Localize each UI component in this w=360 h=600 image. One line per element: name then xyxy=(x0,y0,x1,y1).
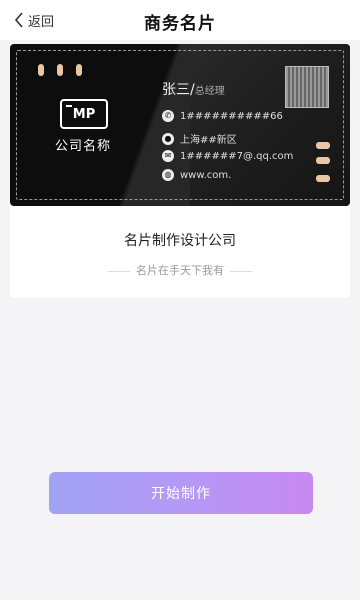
decor-pill xyxy=(316,157,330,164)
qr-code-image xyxy=(285,66,329,108)
slogan-subtitle: 名片在手天下我有 xyxy=(10,262,350,278)
email-text: 1######7@.qq.com xyxy=(180,150,294,162)
decor-pill xyxy=(38,64,44,76)
phone-icon: ✆ xyxy=(162,110,174,122)
business-card-preview[interactable]: MP 公司名称 张三/总经理 ✆ 1##########66 ● 上海##新区 … xyxy=(10,44,350,206)
slogan-subtitle-text: 名片在手天下我有 xyxy=(136,264,224,277)
globe-icon: ◍ xyxy=(162,169,174,181)
location-pin-icon: ● xyxy=(162,132,174,145)
slogan-title: 名片制作设计公司 xyxy=(124,233,236,249)
logo-corner-mark xyxy=(66,105,72,107)
decor-pill xyxy=(57,64,63,76)
start-making-button[interactable]: 开始制作 xyxy=(49,472,313,514)
logo-text: MP xyxy=(72,106,96,122)
mail-icon: ✉ xyxy=(162,150,174,162)
company-logo: MP xyxy=(60,99,108,129)
card-panel: MP 公司名称 张三/总经理 ✆ 1##########66 ● 上海##新区 … xyxy=(10,44,350,298)
address-row: ● 上海##新区 xyxy=(162,131,237,146)
divider-line xyxy=(108,270,130,272)
person-name: 张三/总经理 xyxy=(162,79,225,99)
website-text: www.com. xyxy=(180,169,232,181)
email-row: ✉ 1######7@.qq.com xyxy=(162,150,293,162)
decor-pill xyxy=(316,142,330,149)
company-name: 公司名称 xyxy=(54,139,111,154)
decor-pill xyxy=(76,64,82,76)
divider-line xyxy=(230,270,252,272)
phone-row: ✆ 1##########66 xyxy=(162,110,283,122)
website-row: ◍ www.com. xyxy=(162,169,231,181)
phone-text: 1##########66 xyxy=(180,110,283,122)
address-text: 上海##新区 xyxy=(180,135,237,146)
person-title: 总经理 xyxy=(194,86,225,97)
person-name-text: 张三/ xyxy=(162,82,195,98)
decor-pill xyxy=(316,175,330,182)
top-bar: 返回 商务名片 xyxy=(0,0,360,40)
page-title: 商务名片 xyxy=(144,14,216,34)
